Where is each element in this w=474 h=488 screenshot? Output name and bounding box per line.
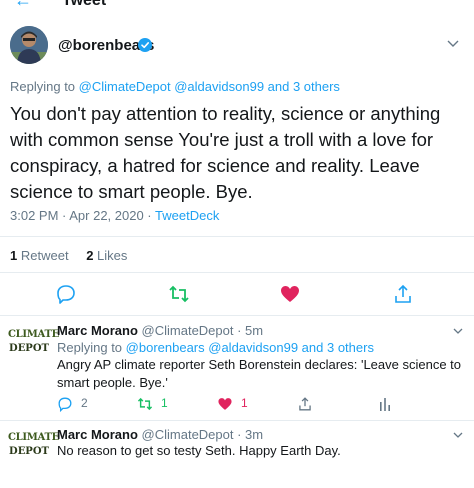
logo-line1: CLIMATE: [8, 432, 59, 443]
analytics-icon: [380, 398, 390, 411]
like-icon: [218, 398, 232, 410]
tweet-author: @borenbears: [10, 26, 464, 68]
reply-header: Marc Morano @ClimateDepot · 3m: [57, 427, 263, 442]
retweet-icon[interactable]: [168, 283, 190, 305]
verified-badge-icon: [138, 38, 152, 52]
reply-analytics-action[interactable]: [377, 394, 397, 412]
like-icon[interactable]: [279, 283, 301, 305]
reply-actions: 2 1 1: [57, 394, 457, 412]
reply-author-name[interactable]: Marc Morano: [57, 427, 138, 442]
climate-depot-logo[interactable]: CLIMATE DEPOT: [8, 431, 59, 459]
reply-count: 2: [81, 396, 88, 410]
reply-replying-to: Replying to @borenbears @aldavidson99 an…: [57, 340, 374, 355]
chevron-down-icon[interactable]: [452, 429, 464, 441]
back-arrow-icon[interactable]: ←: [14, 0, 32, 11]
reply-header: Marc Morano @ClimateDepot · 5m: [57, 323, 263, 338]
retweet-count: 1: [161, 396, 168, 410]
tweet-time[interactable]: 3:02 PM · Apr 22, 2020 ·: [10, 208, 155, 223]
chevron-down-icon[interactable]: [446, 36, 460, 50]
divider: [0, 420, 474, 421]
reply-reply-action[interactable]: 2: [57, 394, 97, 412]
share-icon: [299, 397, 311, 411]
share-icon[interactable]: [392, 283, 414, 305]
reply-share-action[interactable]: [297, 394, 317, 412]
replying-to: Replying to @ClimateDepot @aldavidson99 …: [10, 79, 340, 94]
retweet-icon: [137, 397, 153, 411]
tweet-meta: 3:02 PM · Apr 22, 2020 · TweetDeck: [10, 208, 219, 223]
reply-retweet-action[interactable]: 1: [137, 394, 177, 412]
page-title: Tweet: [62, 0, 107, 9]
logo-line2: DEPOT: [9, 343, 49, 354]
replying-links[interactable]: @ClimateDepot @aldavidson99 and 3 others: [79, 79, 340, 94]
tweet-stats: 1 Retweet 2 Likes: [10, 248, 127, 263]
retweets-stat[interactable]: 1 Retweet: [10, 248, 69, 263]
likes-count: 2: [86, 248, 94, 263]
avatar[interactable]: [10, 26, 48, 64]
logo-line2: DEPOT: [9, 446, 49, 457]
reply-replying-prefix: Replying to: [57, 340, 123, 355]
climate-depot-logo[interactable]: CLIMATE DEPOT: [8, 328, 59, 356]
reply-handle-time: @ClimateDepot · 5m: [141, 323, 264, 338]
divider: [0, 272, 474, 273]
divider: [0, 236, 474, 237]
retweets-label: Retweet: [20, 248, 69, 263]
reply-handle-time: @ClimateDepot · 3m: [141, 427, 264, 442]
divider: [0, 315, 474, 316]
tweet-text: You don't pay attention to reality, scie…: [10, 103, 441, 202]
reply-replying-links[interactable]: @borenbears @aldavidson99 and 3 others: [126, 340, 374, 355]
reply-author-name[interactable]: Marc Morano: [57, 323, 138, 338]
chevron-down-icon[interactable]: [452, 325, 464, 337]
tweet-client[interactable]: TweetDeck: [155, 208, 219, 223]
top-bar: ← Tweet: [0, 0, 474, 11]
retweets-count: 1: [10, 248, 18, 263]
like-count: 1: [241, 396, 248, 410]
reply-like-action[interactable]: 1: [217, 394, 257, 412]
replying-prefix: Replying to: [10, 79, 76, 94]
likes-stat[interactable]: 2 Likes: [86, 248, 127, 263]
reply-icon: [58, 397, 72, 412]
reply-text: Angry AP climate reporter Seth Borenstei…: [57, 357, 462, 390]
likes-label: Likes: [97, 248, 128, 263]
tweet-actions: [0, 283, 474, 307]
reply-text: No reason to get so testy Seth. Happy Ea…: [57, 443, 341, 458]
logo-line1: CLIMATE: [8, 329, 59, 340]
reply-icon[interactable]: [55, 283, 77, 305]
